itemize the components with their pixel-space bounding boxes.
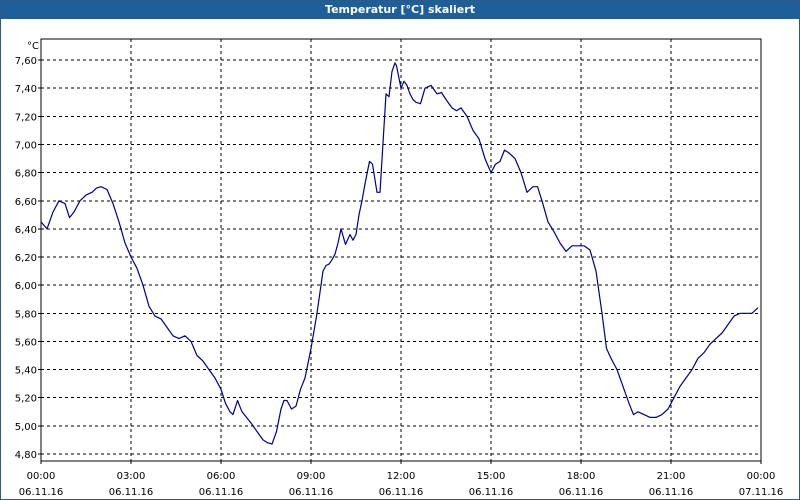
y-tick-label: 6,20 xyxy=(15,253,37,264)
y-tick-label: 7,60 xyxy=(15,56,37,67)
y-tick-label: 7,40 xyxy=(15,84,37,95)
y-axis-unit-label: °C xyxy=(27,41,39,52)
x-tick-time-label: 03:00 xyxy=(117,471,146,482)
x-tick-date-label: 06.11.16 xyxy=(559,487,604,498)
y-tick-label: 7,20 xyxy=(15,112,37,123)
y-tick-label: 6,00 xyxy=(15,281,37,292)
y-tick-label: 5,40 xyxy=(15,366,37,377)
y-tick-label: 6,80 xyxy=(15,169,37,180)
x-tick-time-label: 12:00 xyxy=(387,471,416,482)
x-tick-date-label: 07.11.16 xyxy=(739,487,784,498)
y-tick-label: 5,20 xyxy=(15,394,37,405)
y-tick-label: 6,60 xyxy=(15,197,37,208)
x-tick-date-label: 06.11.16 xyxy=(379,487,424,498)
y-tick-label: 5,00 xyxy=(15,422,37,433)
line-chart: 4,80 5,00 5,20 5,40 5,60 5,80 6,00 6,20 6,40 6,60… xyxy=(15,38,784,498)
y-tick-label: 7,00 xyxy=(15,141,37,152)
temperature-series-line xyxy=(40,62,759,445)
x-tick-date-label: 06.11.16 xyxy=(19,487,64,498)
x-tick-date-label: 06.11.16 xyxy=(199,487,244,498)
x-tick-time-label: 00:00 xyxy=(747,471,776,482)
chart-window: Temperatur [°C] skaliert 4,80 5,00 5,20 5,4… xyxy=(0,0,800,500)
x-tick-time-label: 00:00 xyxy=(27,471,56,482)
x-tick-date-label: 06.11.16 xyxy=(649,487,694,498)
y-tick-label: 5,60 xyxy=(15,337,37,348)
y-tick-label: 6,40 xyxy=(15,225,37,236)
x-tick-time-label: 21:00 xyxy=(657,471,686,482)
x-tick-time-label: 09:00 xyxy=(297,471,326,482)
x-tick-time-label: 15:00 xyxy=(477,471,506,482)
y-tick-label: 4,80 xyxy=(15,450,37,461)
x-tick-date-label: 06.11.16 xyxy=(469,487,514,498)
x-tick-date-label: 06.11.16 xyxy=(109,487,154,498)
x-tick-date-label: 06.11.16 xyxy=(289,487,334,498)
x-tick-time-label: 06:00 xyxy=(207,471,236,482)
x-tick-time-label: 18:00 xyxy=(567,471,596,482)
y-tick-label: 5,80 xyxy=(15,309,37,320)
